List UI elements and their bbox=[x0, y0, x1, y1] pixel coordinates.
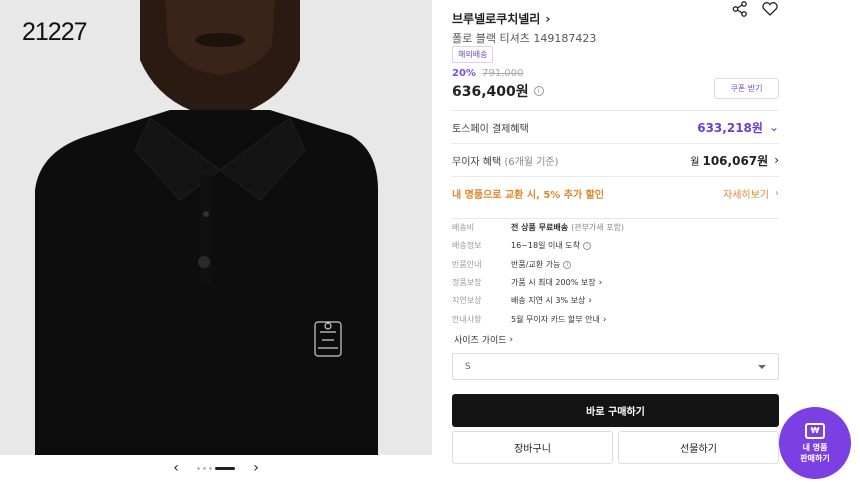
detail-value: 가품 시 최대 200% 보장 bbox=[511, 278, 596, 287]
watermark-number: 21227 bbox=[22, 18, 88, 46]
detail-value-group: 전 상품 무료배송 (관부가세 포함) bbox=[511, 222, 624, 233]
size-select[interactable]: S bbox=[452, 353, 779, 380]
heart-icon[interactable] bbox=[761, 0, 779, 18]
overseas-shipping-badge: 해외배송 bbox=[452, 46, 494, 63]
monthly-value: 106,067원 bbox=[702, 153, 769, 168]
carousel-dots bbox=[197, 466, 235, 470]
detail-key: 배송비 bbox=[452, 223, 475, 232]
detail-row[interactable]: 안내사항 5월 무이자 카드 할부 안내 › bbox=[452, 314, 606, 325]
size-select-value: S bbox=[465, 361, 471, 372]
wallet-icon: ₩ bbox=[805, 422, 825, 439]
no-interest-value-group: 월 106,067원 › bbox=[690, 152, 779, 169]
fab-line1: 내 명품 bbox=[802, 442, 828, 452]
chevron-right-icon: › bbox=[598, 277, 603, 288]
sale-price: 636,400원 bbox=[452, 84, 529, 100]
brand-name: 브루넬로쿠치넬리 bbox=[452, 12, 541, 26]
detail-key: 안내사항 bbox=[452, 315, 482, 324]
detail-key: 배송정보 bbox=[452, 241, 482, 250]
carousel-dot[interactable] bbox=[209, 466, 212, 470]
chevron-right-icon: › bbox=[775, 187, 779, 199]
toss-benefit-value-group: 633,218원 ⌄ bbox=[697, 119, 779, 136]
detail-value-group: 반품/교환 가능 i bbox=[511, 259, 572, 270]
detail-value-group: 가품 시 최대 200% 보장 › bbox=[511, 277, 602, 288]
detail-key: 정품보장 bbox=[452, 278, 482, 287]
coupon-button[interactable]: 쿠폰 받기 bbox=[714, 78, 779, 99]
exchange-discount-row[interactable]: 내 명품으로 교환 시, 5% 추가 할인 자세히보기 › bbox=[452, 176, 779, 209]
product-image[interactable]: 21227 bbox=[0, 0, 432, 455]
detail-key: 지연보상 bbox=[452, 296, 482, 305]
top-actions bbox=[731, 0, 779, 18]
chevron-right-icon: › bbox=[602, 314, 607, 325]
detail-value: 배송 지연 시 3% 보상 bbox=[511, 296, 586, 305]
info-icon[interactable]: i bbox=[582, 241, 591, 250]
carousel-dot-active[interactable] bbox=[215, 466, 235, 470]
shipping-details: 배송비 전 상품 무료배송 (관부가세 포함) 배송정보 16~18일 이내 도… bbox=[452, 218, 779, 325]
product-photo bbox=[0, 0, 432, 455]
detail-note: (관부가세 포함) bbox=[571, 223, 625, 232]
sell-my-luxury-button[interactable]: ₩ 내 명품 판매하기 bbox=[779, 407, 851, 479]
product-name: 폴로 블랙 티셔츠 149187423 bbox=[452, 32, 597, 45]
detail-row: 배송정보 16~18일 이내 도착 i bbox=[452, 240, 591, 251]
chevron-right-icon: › bbox=[588, 295, 592, 306]
toss-benefit-value: 633,218원 bbox=[697, 120, 763, 135]
detail-row[interactable]: 정품보장 가품 시 최대 200% 보장 › bbox=[452, 277, 602, 288]
price-row: 636,400원 i bbox=[452, 81, 544, 101]
exchange-more-label: 자세히보기 bbox=[723, 189, 769, 201]
carousel-dot[interactable] bbox=[197, 466, 200, 470]
carousel-dot[interactable] bbox=[203, 466, 206, 470]
detail-value-group: 5월 무이자 카드 할부 안내 › bbox=[511, 314, 606, 325]
chevron-right-icon: › bbox=[774, 153, 779, 167]
detail-value: 5월 무이자 카드 할부 안내 bbox=[511, 315, 600, 324]
chevron-left-icon[interactable]: ‹ bbox=[167, 460, 185, 476]
detail-row[interactable]: 지연보상 배송 지연 시 3% 보상 › bbox=[452, 295, 592, 306]
no-interest-sublabel: (6개월 기준) bbox=[504, 156, 559, 168]
fab-line2: 판매하기 bbox=[800, 453, 830, 463]
detail-value-group: 배송 지연 시 3% 보상 › bbox=[511, 295, 592, 306]
no-interest-label: 무이자 혜택 bbox=[452, 156, 502, 168]
image-carousel-nav: ‹ › bbox=[0, 458, 432, 478]
chevron-down-icon: ⌄ bbox=[768, 120, 779, 134]
original-price: 791,000 bbox=[482, 68, 524, 79]
detail-key: 반품안내 bbox=[452, 260, 482, 269]
info-icon[interactable]: i bbox=[563, 260, 572, 269]
size-guide-link[interactable]: 사이즈 가이드 › bbox=[454, 333, 514, 347]
discount-row: 20% 791,000 bbox=[452, 68, 523, 79]
toss-benefit-label: 토스페이 결제혜택 bbox=[452, 123, 529, 135]
toss-benefit-row[interactable]: 토스페이 결제혜택 633,218원 ⌄ bbox=[452, 110, 779, 143]
size-guide-label: 사이즈 가이드 bbox=[454, 336, 507, 346]
no-interest-label-group: 무이자 혜택 (6개월 기준) bbox=[452, 153, 559, 168]
brand-link[interactable]: 브루넬로쿠치넬리 › bbox=[452, 10, 550, 27]
detail-row: 반품안내 반품/교환 가능 i bbox=[452, 259, 572, 270]
detail-value: 전 상품 무료배송 bbox=[511, 223, 569, 232]
detail-value-group: 16~18일 이내 도착 i bbox=[511, 240, 591, 251]
discount-percent: 20% bbox=[452, 68, 476, 79]
detail-row: 배송비 전 상품 무료배송 (관부가세 포함) bbox=[452, 222, 624, 233]
detail-value: 16~18일 이내 도착 bbox=[511, 241, 580, 250]
share-icon[interactable] bbox=[731, 0, 749, 18]
chevron-right-icon[interactable]: › bbox=[247, 460, 265, 476]
buy-now-button[interactable]: 바로 구매하기 bbox=[452, 394, 779, 427]
detail-value: 반품/교환 가능 bbox=[511, 260, 561, 269]
exchange-discount-label: 내 명품으로 교환 시, 5% 추가 할인 bbox=[452, 189, 605, 201]
gift-button[interactable]: 선물하기 bbox=[618, 431, 779, 464]
exchange-more-link[interactable]: 자세히보기 › bbox=[723, 186, 779, 201]
info-icon[interactable]: i bbox=[533, 86, 544, 96]
add-to-cart-button[interactable]: 장바구니 bbox=[452, 431, 613, 464]
no-interest-row[interactable]: 무이자 혜택 (6개월 기준) 월 106,067원 › bbox=[452, 143, 779, 176]
caret-down-icon bbox=[758, 364, 766, 369]
chevron-right-icon: › bbox=[545, 11, 551, 26]
monthly-prefix: 월 bbox=[690, 156, 700, 168]
chevron-right-icon: › bbox=[509, 334, 514, 345]
